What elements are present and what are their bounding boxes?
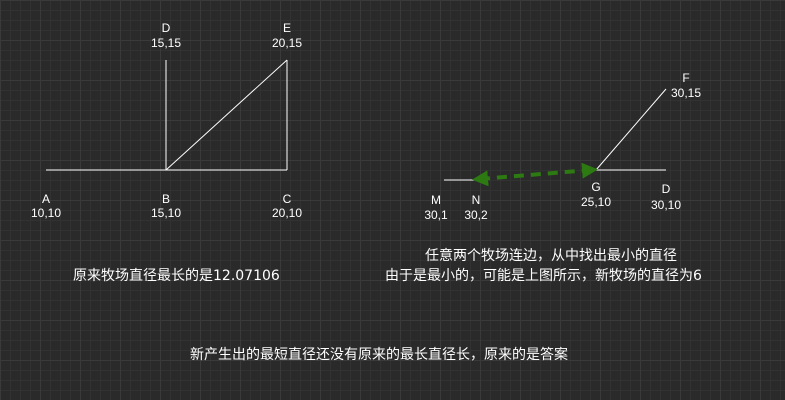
point-coord-c: 20,10 — [272, 206, 302, 220]
point-coord-f: 30,15 — [671, 86, 701, 100]
point-coord-a: 10,10 — [31, 206, 61, 220]
point-label-f: F — [682, 71, 689, 85]
diagram-canvas: A 10,10 B 15,10 C 20,10 D 15,15 E 20,15 … — [31, 21, 701, 222]
point-label-m: M — [431, 193, 441, 207]
segment-be — [165, 59, 288, 171]
right-caption-line1: 任意两个牧场连边，从中找出最小的直径 — [425, 248, 677, 264]
point-label-c: C — [283, 192, 292, 206]
point-label-n: N — [472, 193, 481, 207]
point-coord-e: 20,15 — [272, 36, 302, 50]
point-coord-n: 30,2 — [464, 208, 488, 222]
point-label-a: A — [42, 192, 50, 206]
point-label-d: D — [162, 21, 171, 35]
point-label-d2: D — [662, 182, 671, 196]
point-label-b: B — [162, 192, 170, 206]
segment-gf — [595, 88, 667, 171]
point-coord-g: 25,10 — [581, 195, 611, 209]
bottom-note: 新产生出的最短直径还没有原来的最长直径长，原来的是答案 — [190, 347, 568, 363]
connection-arrow — [472, 162, 598, 187]
point-coord-m: 30,1 — [424, 208, 448, 222]
point-coord-d: 15,15 — [151, 36, 181, 50]
point-coord-d2: 30,10 — [651, 198, 681, 212]
left-caption: 原来牧场直径最长的是12.07106 — [73, 268, 280, 284]
point-label-e: E — [283, 21, 291, 35]
point-label-g: G — [591, 180, 600, 194]
right-caption-line2: 由于是最小的，可能是上图所示，新牧场的直径为6 — [385, 268, 702, 284]
point-coord-b: 15,10 — [151, 206, 181, 220]
